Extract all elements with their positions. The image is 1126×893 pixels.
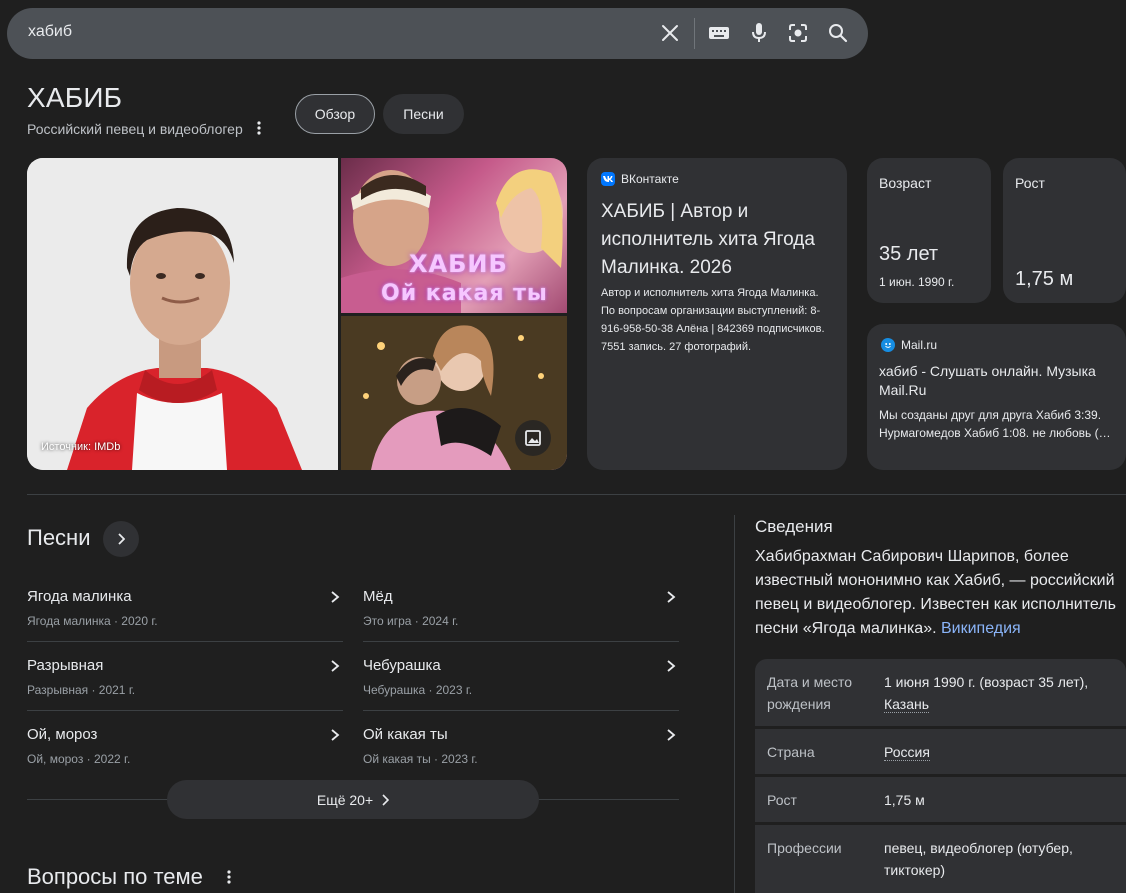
vk-logo-icon	[601, 172, 615, 186]
section-divider	[27, 494, 1126, 495]
fact-label: Дата и место рождения	[767, 674, 853, 712]
wikipedia-link[interactable]: Википедия	[941, 620, 1021, 637]
mail-card-description: Мы созданы друг для друга Хабиб 3:39. Ну…	[879, 408, 1111, 440]
fact-label: Страна	[767, 744, 815, 760]
height-value: 1,75 м	[1015, 268, 1074, 290]
fact-row-country: Страна Россия	[755, 729, 1126, 774]
song-item[interactable]: Ой, мороз Ой, мороз · 2022 г.	[27, 714, 343, 782]
mail-source-label: Mail.ru	[901, 338, 938, 352]
song-item[interactable]: Ягода малинка Ягода малинка · 2020 г.	[27, 576, 343, 644]
search-icon[interactable]	[826, 21, 850, 45]
height-card[interactable]: Рост 1,75 м	[1003, 158, 1126, 303]
info-description-text: Хабибрахман Сабирович Шарипов, более изв…	[755, 548, 1116, 637]
vk-result-card[interactable]: ВКонтакте ХАБИБ | Автор и исполнитель хи…	[587, 158, 847, 470]
birth-place-link[interactable]: Казань	[884, 696, 930, 713]
song-divider	[27, 641, 343, 642]
mail-result-card[interactable]: Mail.ru хабиб - Слушать онлайн. Музыка M…	[867, 324, 1126, 470]
fact-value: 1 июня 1990 г. (возраст 35 лет), Казань	[884, 671, 1120, 715]
image-source-label: Источник: IMDb	[41, 441, 121, 453]
song-item[interactable]: Мёд Это игра · 2024 г.	[363, 576, 679, 644]
birth-date-short: 1 июн. 1990 г.	[879, 275, 955, 289]
column-divider	[734, 515, 735, 893]
search-input[interactable]: хабиб	[28, 23, 72, 41]
mail-card-title[interactable]: хабиб - Слушать онлайн. Музыка Mail.Ru	[879, 362, 1119, 400]
vk-source[interactable]: ВКонтакте	[601, 172, 679, 186]
chevron-right-icon	[667, 591, 676, 603]
song-title: Разрывная	[27, 657, 104, 674]
related-questions-title: Вопросы по теме	[27, 864, 203, 889]
song-title: Ой, мороз	[27, 726, 98, 743]
entity-title: ХАБИБ	[27, 82, 123, 113]
show-more-label: Ещё 20+	[316, 791, 374, 808]
age-value: 35 лет	[879, 243, 939, 265]
microphone-icon[interactable]	[747, 21, 771, 45]
song-title: Мёд	[363, 588, 393, 605]
search-bar[interactable]: хабиб	[7, 8, 868, 59]
song-meta: Ой какая ты · 2023 г.	[363, 752, 478, 766]
image-gallery[interactable]: Источник: IMDb ХАБИБ Ой какая ты	[27, 158, 567, 470]
fact-label: Рост	[767, 792, 797, 808]
fact-value: певец, видеоблогер (ютубер, тиктокер)	[884, 840, 1073, 878]
fact-label: Профессии	[767, 840, 842, 856]
song-title: Ой какая ты	[363, 726, 448, 743]
lens-icon[interactable]	[786, 21, 810, 45]
height-label: Рост	[1015, 175, 1045, 191]
age-label: Возраст	[879, 175, 932, 191]
country-link[interactable]: Россия	[884, 744, 930, 761]
fact-row-height: Рост 1,75 м	[755, 777, 1126, 822]
fact-row-birth: Дата и место рождения 1 июня 1990 г. (во…	[755, 659, 1126, 726]
chevron-right-icon[interactable]	[103, 521, 139, 557]
portrait-illustration	[27, 158, 338, 470]
chevron-right-icon	[382, 793, 390, 806]
vk-card-description: Автор и исполнитель хита Ягода Малинка. …	[601, 287, 825, 353]
song-item[interactable]: Чебурашка Чебурашка · 2023 г.	[363, 645, 679, 713]
main-photo[interactable]: Источник: IMDb	[27, 158, 338, 470]
video-overlay-title: ХАБИБ	[409, 250, 508, 278]
song-meta: Чебурашка · 2023 г.	[363, 683, 473, 697]
gallery-icon[interactable]	[515, 420, 551, 456]
song-meta: Ой, мороз · 2022 г.	[27, 752, 131, 766]
close-icon[interactable]	[658, 21, 682, 45]
song-meta: Это игра · 2024 г.	[363, 614, 459, 628]
more-options-icon[interactable]	[222, 867, 236, 887]
chevron-right-icon	[667, 660, 676, 672]
chevron-right-icon	[331, 729, 340, 741]
show-more-songs-button[interactable]: Ещё 20+	[167, 780, 539, 819]
songs-section-title[interactable]: Песни	[27, 525, 91, 551]
more-options-icon[interactable]	[251, 118, 267, 138]
entity-subtitle: Российский певец и видеоблогер	[27, 121, 243, 137]
fact-row-profession: Профессии певец, видеоблогер (ютубер, ти…	[755, 825, 1126, 893]
video-thumbnail[interactable]: ХАБИБ Ой какая ты	[341, 158, 567, 313]
birth-date-value: 1 июня 1990 г. (возраст 35 лет),	[884, 674, 1089, 690]
tab-overview[interactable]: Обзор	[295, 94, 375, 134]
song-item[interactable]: Разрывная Разрывная · 2021 г.	[27, 645, 343, 713]
info-description: Хабибрахман Сабирович Шарипов, более изв…	[755, 545, 1126, 641]
keyboard-icon[interactable]	[707, 21, 731, 45]
age-card[interactable]: Возраст 35 лет 1 июн. 1990 г.	[867, 158, 991, 303]
chevron-right-icon	[331, 591, 340, 603]
song-divider	[363, 710, 679, 711]
mail-source[interactable]: Mail.ru	[881, 338, 937, 352]
song-title: Чебурашка	[363, 657, 441, 674]
song-meta: Ягода малинка · 2020 г.	[27, 614, 158, 628]
song-title: Ягода малинка	[27, 588, 132, 605]
chevron-right-icon	[331, 660, 340, 672]
song-meta: Разрывная · 2021 г.	[27, 683, 136, 697]
info-title: Сведения	[755, 517, 833, 536]
search-divider	[694, 18, 695, 49]
fact-value: 1,75 м	[884, 792, 925, 808]
song-divider	[363, 641, 679, 642]
mail-logo-icon	[881, 338, 895, 352]
chevron-right-icon	[667, 729, 676, 741]
tab-songs[interactable]: Песни	[383, 94, 464, 134]
vk-source-label: ВКонтакте	[621, 172, 679, 186]
vk-card-title[interactable]: ХАБИБ | Автор и исполнитель хита Ягода М…	[601, 198, 837, 282]
song-divider	[27, 710, 343, 711]
facts-table: Дата и место рождения 1 июня 1990 г. (во…	[755, 659, 1126, 893]
video-overlay-subtitle: Ой какая ты	[381, 281, 548, 306]
song-item[interactable]: Ой какая ты Ой какая ты · 2023 г.	[363, 714, 679, 782]
